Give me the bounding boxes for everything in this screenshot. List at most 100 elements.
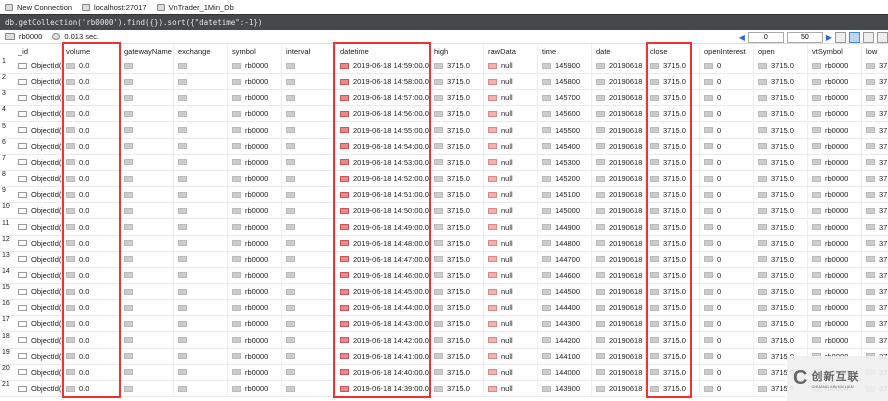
cell-datetime[interactable]: 2019-06-18 14:51:00.000Z: [336, 187, 430, 203]
cell-high[interactable]: 3715.0: [430, 251, 484, 267]
cell-symbol[interactable]: rb0000: [228, 284, 282, 300]
cell-id[interactable]: ObjectId("5...: [14, 332, 62, 348]
table-row[interactable]: 19 ObjectId("5... 0.0 rb0000 2019-06-18 14:4…: [0, 348, 888, 365]
cell-time[interactable]: 144900: [538, 219, 592, 235]
cell-low[interactable]: 3715.0: [862, 123, 888, 138]
cell-high[interactable]: 3715.0: [430, 219, 484, 235]
cell-vtSymbol[interactable]: rb0000: [808, 203, 862, 219]
cell-date[interactable]: 20190618: [592, 138, 646, 154]
cell-id[interactable]: ObjectId("5...: [14, 106, 62, 122]
cell-volume[interactable]: 0.0: [62, 138, 120, 154]
cell-high[interactable]: 3715.0: [430, 348, 484, 364]
page-size-input[interactable]: [786, 31, 823, 43]
cell-close[interactable]: 3715.0: [646, 122, 700, 138]
cell-date[interactable]: 20190618: [592, 90, 646, 106]
cell-rawData[interactable]: null: [484, 316, 538, 332]
cell-interval[interactable]: [282, 138, 336, 154]
table-row[interactable]: 1 ObjectId("5... 0.0 rb0000 2019-06-18 14:59…: [0, 58, 888, 74]
cell-close[interactable]: 3715.0: [646, 381, 700, 396]
cell-interval[interactable]: [282, 219, 336, 235]
cell-id[interactable]: ObjectId("5...: [14, 154, 62, 170]
cell-exchange[interactable]: [174, 171, 228, 187]
table-row[interactable]: 13 ObjectId("5... 0.0 rb0000 2019-06-18 14:4…: [0, 251, 888, 268]
cell-gatewayName[interactable]: [120, 381, 174, 396]
cell-gatewayName[interactable]: [120, 187, 174, 203]
cell-gatewayName[interactable]: [120, 106, 174, 122]
page-start-input[interactable]: [747, 31, 784, 43]
cell-gatewayName[interactable]: [120, 203, 174, 219]
cell-volume[interactable]: 0.0: [62, 58, 120, 73]
cell-exchange[interactable]: [174, 381, 228, 396]
cell-open[interactable]: 3715.0: [754, 284, 808, 300]
cell-interval[interactable]: [282, 235, 336, 251]
column-header-volume[interactable]: volume: [62, 44, 120, 58]
cell-gatewayName[interactable]: [120, 267, 174, 283]
cell-id[interactable]: ObjectId("5...: [14, 364, 62, 380]
table-row[interactable]: 3 ObjectId("5... 0.0 rb0000 2019-06-18 14:57…: [0, 90, 888, 107]
cell-symbol[interactable]: rb0000: [228, 122, 282, 138]
cell-close[interactable]: 3715.0: [646, 300, 700, 316]
cell-volume[interactable]: 0.0: [62, 251, 120, 267]
cell-openInterest[interactable]: 0: [700, 364, 754, 380]
column-header-datetime[interactable]: datetime: [336, 44, 430, 58]
cell-time[interactable]: 145200: [538, 171, 592, 187]
cell-date[interactable]: 20190618: [592, 187, 646, 203]
cell-date[interactable]: 20190618: [592, 122, 646, 138]
cell-datetime[interactable]: 2019-06-18 14:40:00.000Z: [336, 364, 430, 380]
column-header-exchange[interactable]: exchange: [174, 44, 228, 58]
cell-vtSymbol[interactable]: rb0000: [808, 74, 862, 90]
cell-openInterest[interactable]: 0: [700, 267, 754, 283]
cell-volume[interactable]: 0.0: [62, 187, 120, 203]
cell-date[interactable]: 20190618: [592, 251, 646, 267]
cell-date[interactable]: 20190618: [592, 235, 646, 251]
cell-volume[interactable]: 0.0: [62, 203, 120, 219]
table-row[interactable]: 5 ObjectId("5... 0.0 rb0000 2019-06-18 14:55…: [0, 122, 888, 139]
cell-high[interactable]: 3715.0: [430, 364, 484, 380]
cell-openInterest[interactable]: 0: [700, 235, 754, 251]
cell-interval[interactable]: [282, 187, 336, 203]
column-header-open[interactable]: open: [754, 44, 808, 58]
cell-high[interactable]: 3715.0: [430, 74, 484, 90]
column-header-symbol[interactable]: symbol: [228, 44, 282, 58]
cell-interval[interactable]: [282, 316, 336, 332]
cell-id[interactable]: ObjectId("5...: [14, 171, 62, 187]
more-button[interactable]: [877, 31, 888, 43]
cell-id[interactable]: ObjectId("5...: [14, 219, 62, 235]
column-header-close[interactable]: close: [646, 44, 700, 58]
cell-interval[interactable]: [282, 364, 336, 380]
cell-rawData[interactable]: null: [484, 219, 538, 235]
cell-close[interactable]: 3715.0: [646, 74, 700, 90]
cell-time[interactable]: 145100: [538, 187, 592, 203]
cell-id[interactable]: ObjectId("5...: [14, 235, 62, 251]
cell-id[interactable]: ObjectId("5...: [14, 284, 62, 300]
cell-vtSymbol[interactable]: rb0000: [808, 267, 862, 283]
cell-volume[interactable]: 0.0: [62, 316, 120, 332]
cell-high[interactable]: 3715.0: [430, 235, 484, 251]
cell-openInterest[interactable]: 0: [700, 187, 754, 203]
cell-openInterest[interactable]: 0: [700, 316, 754, 332]
column-header-gatewayName[interactable]: gatewayName: [120, 44, 174, 58]
cell-rawData[interactable]: null: [484, 122, 538, 138]
cell-symbol[interactable]: rb0000: [228, 251, 282, 267]
cell-high[interactable]: 3715.0: [430, 90, 484, 106]
cell-vtSymbol[interactable]: rb0000: [808, 106, 862, 122]
cell-rawData[interactable]: null: [484, 381, 538, 396]
cell-close[interactable]: 3715.0: [646, 235, 700, 251]
cell-open[interactable]: 3715.0: [754, 187, 808, 203]
cell-low[interactable]: 3715.0: [862, 252, 888, 267]
cell-id[interactable]: ObjectId("5...: [14, 187, 62, 203]
cell-low[interactable]: 3715.0: [862, 171, 888, 186]
cell-vtSymbol[interactable]: rb0000: [808, 219, 862, 235]
cell-open[interactable]: 3715.0: [754, 106, 808, 122]
cell-interval[interactable]: [282, 251, 336, 267]
cell-date[interactable]: 20190618: [592, 74, 646, 90]
cell-exchange[interactable]: [174, 364, 228, 380]
cell-open[interactable]: 3715.0: [754, 74, 808, 90]
table-row[interactable]: 4 ObjectId("5... 0.0 rb0000 2019-06-18 14:56…: [0, 106, 888, 123]
cell-rawData[interactable]: null: [484, 300, 538, 316]
cell-openInterest[interactable]: 0: [700, 284, 754, 300]
cell-id[interactable]: ObjectId("5...: [14, 251, 62, 267]
cell-close[interactable]: 3715.0: [646, 203, 700, 219]
tab-database[interactable]: VnTrader_1Min_Db: [156, 3, 234, 12]
cell-exchange[interactable]: [174, 122, 228, 138]
